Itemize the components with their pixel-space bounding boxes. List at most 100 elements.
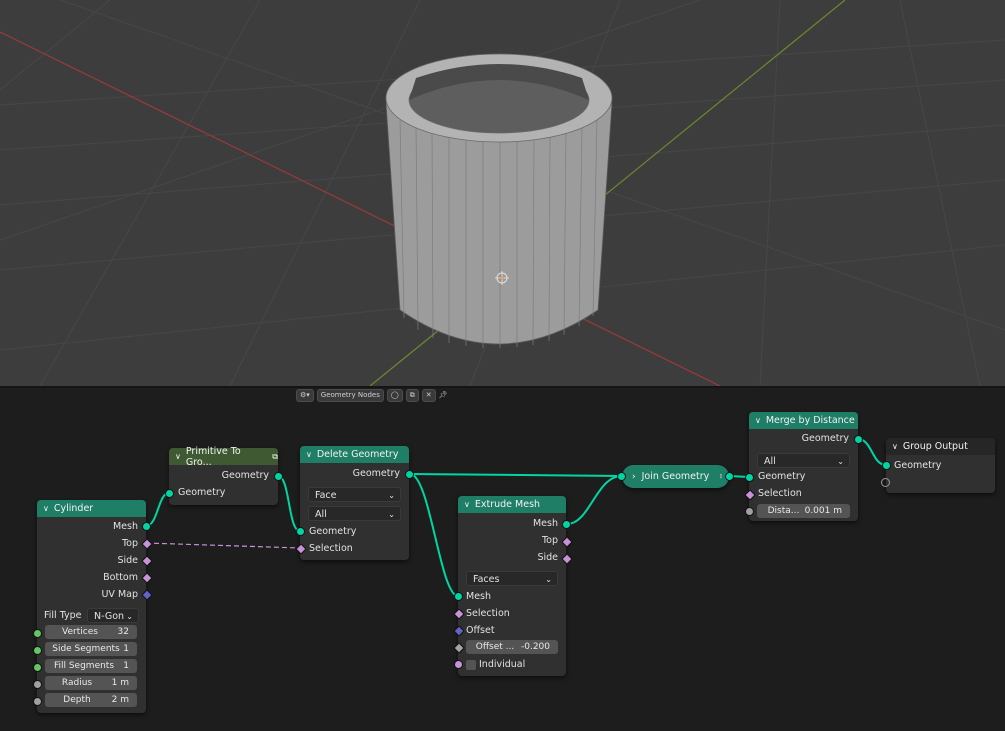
socket-group-output-geometry[interactable] [882, 461, 891, 470]
fill-segments-field[interactable]: Fill Segments 1 [45, 659, 137, 673]
node-cylinder-header[interactable]: ∨ Cylinder [37, 500, 146, 517]
node-tree-header: ⚙▾ Geometry Nodes ◯ ⧉ ✕ 📌︎ [296, 388, 447, 402]
output-side-label: Side [117, 555, 138, 566]
socket-merge-geometry-in[interactable] [745, 473, 754, 482]
socket-primitive-in[interactable] [165, 489, 174, 498]
socket-radius[interactable] [33, 680, 42, 689]
node-join-geometry[interactable]: › Join Geometry ⦂ [622, 465, 729, 488]
expand-chevron-icon[interactable]: › [632, 472, 636, 482]
copy-icon[interactable]: ⧉ [405, 388, 419, 402]
close-icon[interactable]: ✕ [421, 388, 436, 402]
output-top-label: Top [121, 538, 138, 549]
output-top-label: Top [541, 535, 558, 546]
link-delete-to-extrude [409, 473, 459, 597]
socket-cylinder-mesh[interactable] [142, 522, 151, 531]
socket-merge-distance-in[interactable] [745, 507, 754, 516]
fill-type-label: Fill Type [44, 610, 82, 621]
cylinder-mesh [385, 53, 613, 348]
node-merge-header[interactable]: ∨ Merge by Distance [749, 412, 858, 429]
side-segments-field[interactable]: Side Segments 1 [45, 642, 137, 656]
node-primitive-to-group[interactable]: ∨ Primitive To Gro... ⧉ Geometry Geometry [169, 446, 278, 505]
socket-vertices[interactable] [33, 629, 42, 638]
node-merge-by-distance[interactable]: ∨ Merge by Distance Geometry All ⌄ Geometr… [749, 412, 858, 521]
distance-field[interactable]: Dista... 0.001 m [757, 504, 850, 518]
chevron-down-icon: ⌄ [545, 575, 552, 584]
socket-extrude-individual-in[interactable] [454, 660, 463, 669]
collapse-chevron-icon[interactable]: ∨ [755, 416, 761, 425]
depth-field[interactable]: Depth 2 m [45, 693, 137, 707]
input-geometry-label: Geometry [894, 460, 942, 471]
socket-fill-segments[interactable] [33, 663, 42, 672]
output-bottom-label: Bottom [103, 572, 138, 583]
multi-input-icon: ⦂ [719, 472, 722, 480]
merge-mode-dropdown[interactable]: All ⌄ [757, 453, 850, 468]
node-tree-icon: ⚙▾ [300, 391, 310, 399]
socket-join-out[interactable] [725, 472, 734, 481]
output-mesh-label: Mesh [532, 518, 558, 529]
collapse-chevron-icon[interactable]: ∨ [892, 442, 898, 451]
chevron-down-icon: ⌄ [388, 491, 395, 500]
output-side-label: Side [537, 552, 558, 563]
link-delete-to-join [409, 473, 623, 477]
extrude-mode-dropdown[interactable]: Faces ⌄ [466, 571, 558, 586]
link-merge-to-output [857, 438, 887, 466]
3d-viewport[interactable] [0, 0, 1005, 386]
socket-extrude-mesh-in[interactable] [454, 592, 463, 601]
socket-delete-out[interactable] [405, 470, 414, 479]
collapse-chevron-icon[interactable]: ∨ [43, 504, 49, 513]
node-group-output[interactable]: ∨ Group Output Geometry [886, 438, 995, 493]
socket-merge-out[interactable] [854, 435, 863, 444]
vertices-field[interactable]: Vertices 32 [45, 625, 137, 639]
node-editor[interactable]: ⚙▾ Geometry Nodes ◯ ⧉ ✕ 📌︎ ∨ Cylinder Mes… [0, 388, 1005, 731]
socket-delete-geometry-in[interactable] [296, 527, 305, 536]
x-axis-line [0, 31, 721, 386]
output-mesh-label: Mesh [112, 521, 138, 532]
individual-checkbox[interactable] [466, 660, 476, 670]
offset-scale-field[interactable]: Offset ... -0.200 [466, 640, 558, 654]
collapse-chevron-icon[interactable]: ∨ [306, 450, 312, 459]
socket-join-in[interactable] [617, 472, 626, 481]
chevron-down-icon: ⌄ [126, 612, 133, 621]
node-cylinder[interactable]: ∨ Cylinder Mesh Top Side Bottom UV Map Fi… [37, 500, 146, 713]
link-top-to-selection [145, 542, 301, 549]
node-group-output-header[interactable]: ∨ Group Output [886, 438, 995, 455]
output-uvmap-label: UV Map [101, 589, 138, 600]
domain-dropdown[interactable]: Face ⌄ [308, 487, 401, 502]
input-offset-label: Offset [466, 625, 495, 636]
group-icon[interactable]: ⧉ [272, 452, 278, 462]
link-primitive-to-delete [277, 475, 301, 532]
socket-side-segments[interactable] [33, 646, 42, 655]
shield-icon[interactable]: ◯ [386, 388, 403, 402]
output-geometry-label: Geometry [221, 470, 269, 481]
node-extrude-header[interactable]: ∨ Extrude Mesh [458, 496, 566, 513]
input-selection-label: Selection [758, 488, 802, 499]
link-cylinder-mesh-to-primitive [145, 492, 170, 527]
node-tree-name-field[interactable]: Geometry Nodes [316, 388, 384, 402]
input-mesh-label: Mesh [466, 591, 492, 602]
input-geometry-label: Geometry [758, 471, 806, 482]
node-delete-header[interactable]: ∨ Delete Geometry [300, 446, 409, 463]
fill-type-dropdown[interactable]: N-Gon ⌄ [87, 608, 139, 623]
chevron-down-icon: ⌄ [388, 510, 395, 519]
node-delete-geometry[interactable]: ∨ Delete Geometry Geometry Face ⌄ All ⌄ Geo… [300, 446, 409, 560]
socket-depth[interactable] [33, 697, 42, 706]
node-extrude-mesh[interactable]: ∨ Extrude Mesh Mesh Top Side Faces ⌄ Mesh … [458, 496, 566, 676]
individual-label: Individual [479, 659, 526, 670]
viewport-scene [0, 0, 1005, 386]
link-extrude-to-join [566, 475, 623, 525]
radius-field[interactable]: Radius 1 m [45, 676, 137, 690]
mode-dropdown[interactable]: All ⌄ [308, 506, 401, 521]
pin-icon[interactable]: 📌︎ [439, 391, 448, 399]
collapse-chevron-icon[interactable]: ∨ [464, 500, 470, 509]
socket-group-output-empty[interactable] [881, 478, 890, 487]
chevron-down-icon: ⌄ [837, 457, 844, 466]
input-selection-label: Selection [309, 543, 353, 554]
input-geometry-label: Geometry [178, 487, 226, 498]
collapse-chevron-icon[interactable]: ∨ [175, 452, 181, 461]
node-primitive-header[interactable]: ∨ Primitive To Gro... ⧉ [169, 446, 278, 468]
socket-primitive-out[interactable] [274, 472, 283, 481]
socket-extrude-mesh-out[interactable] [562, 520, 571, 529]
output-geometry-label: Geometry [801, 433, 849, 444]
editor-type-selector[interactable]: ⚙▾ [296, 388, 314, 402]
output-geometry-label: Geometry [352, 468, 400, 479]
